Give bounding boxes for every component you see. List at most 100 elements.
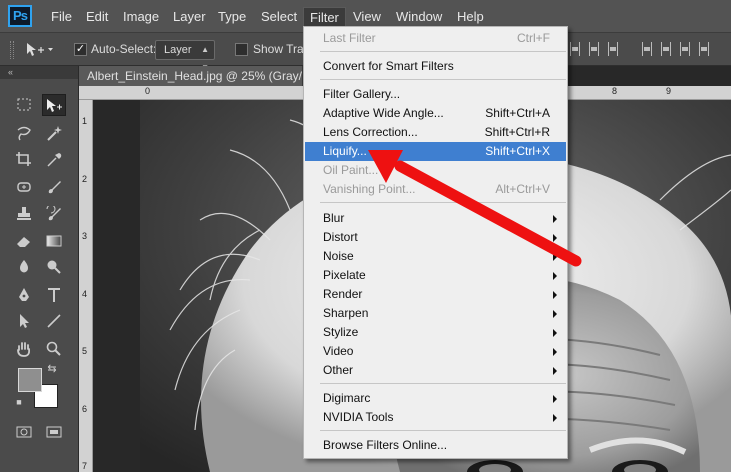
distribute-buttons [642,42,709,58]
show-transform-controls-checkbox[interactable] [235,43,248,56]
pen-tool-icon[interactable] [12,284,36,306]
path-selection-tool-icon[interactable] [12,310,36,332]
distribute-center-icon[interactable] [661,42,671,56]
menu-item-browse-filters-online[interactable]: Browse Filters Online... [305,436,566,455]
menu-item-label: Oil Paint... [323,163,379,177]
menu-item-label: Vanishing Point... [323,182,416,196]
menu-item-pixelate[interactable]: Pixelate [305,266,566,285]
move-tool-icon[interactable] [42,94,66,116]
menu-item-other[interactable]: Other [305,361,566,380]
menu-item-label: NVIDIA Tools [323,410,394,424]
menu-item-label: Last Filter [323,31,376,45]
brush-tool-icon[interactable] [42,176,66,198]
menu-item-label: Distort [323,230,358,244]
auto-align-icon[interactable] [699,42,709,56]
healing-brush-tool-icon[interactable] [12,176,36,198]
menu-item-convert-smart-filters[interactable]: Convert for Smart Filters [305,57,566,76]
auto-select-label: Auto-Select: [91,42,157,56]
history-brush-tool-icon[interactable] [42,203,66,225]
menu-separator [320,383,566,384]
eyedropper-tool-icon[interactable] [42,148,66,170]
menu-item-nvidia-tools[interactable]: NVIDIA Tools [305,408,566,427]
move-tool-preset-icon[interactable] [24,41,54,59]
menu-item-label: Noise [323,249,354,263]
screen-mode-icon[interactable] [42,421,66,443]
distribute-left-icon[interactable] [642,42,652,56]
default-colors-icon[interactable]: ■ [12,396,26,408]
menu-item-blur[interactable]: Blur [305,209,566,228]
menu-item-digimarc[interactable]: Digimarc [305,389,566,408]
menu-item-stylize[interactable]: Stylize [305,323,566,342]
menu-item-label: Filter Gallery... [323,87,401,101]
ruler-vertical[interactable]: 1 2 3 4 5 6 7 [79,100,93,472]
ruler-number: 5 [82,346,88,356]
menu-file[interactable]: File [45,7,78,27]
menu-item-last-filter[interactable]: Last Filter Ctrl+F [305,29,566,48]
ruler-number: 4 [82,289,88,299]
menu-item-filter-gallery[interactable]: Filter Gallery... [305,85,566,104]
menu-item-label: Convert for Smart Filters [323,59,454,73]
marquee-tool-icon[interactable] [12,94,36,116]
menu-item-adaptive-wide-angle[interactable]: Adaptive Wide Angle... Shift+Ctrl+A [305,104,566,123]
menu-item-sharpen[interactable]: Sharpen [305,304,566,323]
menu-item-shortcut: Shift+Ctrl+R [484,125,550,139]
menu-select[interactable]: Select [255,7,303,27]
menu-view[interactable]: View [347,7,387,27]
distribute-right-icon[interactable] [680,42,690,56]
menu-filter[interactable]: Filter [303,7,346,27]
menu-item-label: Stylize [323,325,359,339]
ruler-number: 9 [666,86,672,96]
menu-separator [320,51,566,52]
menu-item-label: Lens Correction... [323,125,418,139]
options-bar-grip[interactable] [10,41,14,59]
submenu-arrow-icon [553,215,557,223]
auto-select-checkbox[interactable]: ✓ [74,43,87,56]
menu-image[interactable]: Image [117,7,165,27]
menu-item-shortcut: Shift+Ctrl+X [485,144,550,158]
blur-tool-icon[interactable] [12,256,36,278]
ruler-number: 1 [82,116,88,126]
toolbox-collapse-button[interactable]: « [0,66,78,79]
dodge-tool-icon[interactable] [42,256,66,278]
menu-item-oil-paint[interactable]: Oil Paint... [305,161,566,180]
menu-item-distort[interactable]: Distort [305,228,566,247]
layer-select-value: Layer [164,44,192,56]
eraser-tool-icon[interactable] [12,230,36,252]
menu-layer[interactable]: Layer [167,7,212,27]
submenu-arrow-icon [553,329,557,337]
menu-item-liquify[interactable]: Liquify... Shift+Ctrl+X [305,142,566,161]
menu-item-label: Adaptive Wide Angle... [323,106,444,120]
document-tab[interactable]: Albert_Einstein_Head.jpg @ 25% (Gray/8* [79,66,303,86]
align-bottom-icon[interactable] [608,42,618,56]
magic-wand-tool-icon[interactable] [42,122,66,144]
crop-tool-icon[interactable] [12,148,36,170]
foreground-color-swatch[interactable] [18,368,42,392]
menu-item-noise[interactable]: Noise [305,247,566,266]
ruler-number: 8 [612,86,618,96]
menu-window[interactable]: Window [390,7,448,27]
menu-edit[interactable]: Edit [80,7,114,27]
menu-type[interactable]: Type [212,7,252,27]
type-tool-icon[interactable] [42,284,66,306]
align-middle-icon[interactable] [589,42,599,56]
auto-select-target-select[interactable]: Layer ▲▼ [155,40,215,72]
line-tool-icon[interactable] [42,310,66,332]
menu-help[interactable]: Help [451,7,490,27]
zoom-tool-icon[interactable] [42,338,66,360]
lasso-tool-icon[interactable] [12,122,36,144]
gradient-tool-icon[interactable] [42,230,66,252]
toolbox: « ⇆ ■ [0,66,79,472]
menu-item-render[interactable]: Render [305,285,566,304]
menu-item-lens-correction[interactable]: Lens Correction... Shift+Ctrl+R [305,123,566,142]
hand-tool-icon[interactable] [12,338,36,360]
menu-separator [320,79,566,80]
align-top-icon[interactable] [570,42,580,56]
menu-item-shortcut: Alt+Ctrl+V [495,182,550,196]
quick-mask-icon[interactable] [12,421,36,443]
swap-colors-icon[interactable]: ⇆ [44,362,60,376]
menu-item-vanishing-point[interactable]: Vanishing Point... Alt+Ctrl+V [305,180,566,199]
submenu-arrow-icon [553,395,557,403]
clone-stamp-tool-icon[interactable] [12,203,36,225]
submenu-arrow-icon [553,291,557,299]
menu-item-video[interactable]: Video [305,342,566,361]
